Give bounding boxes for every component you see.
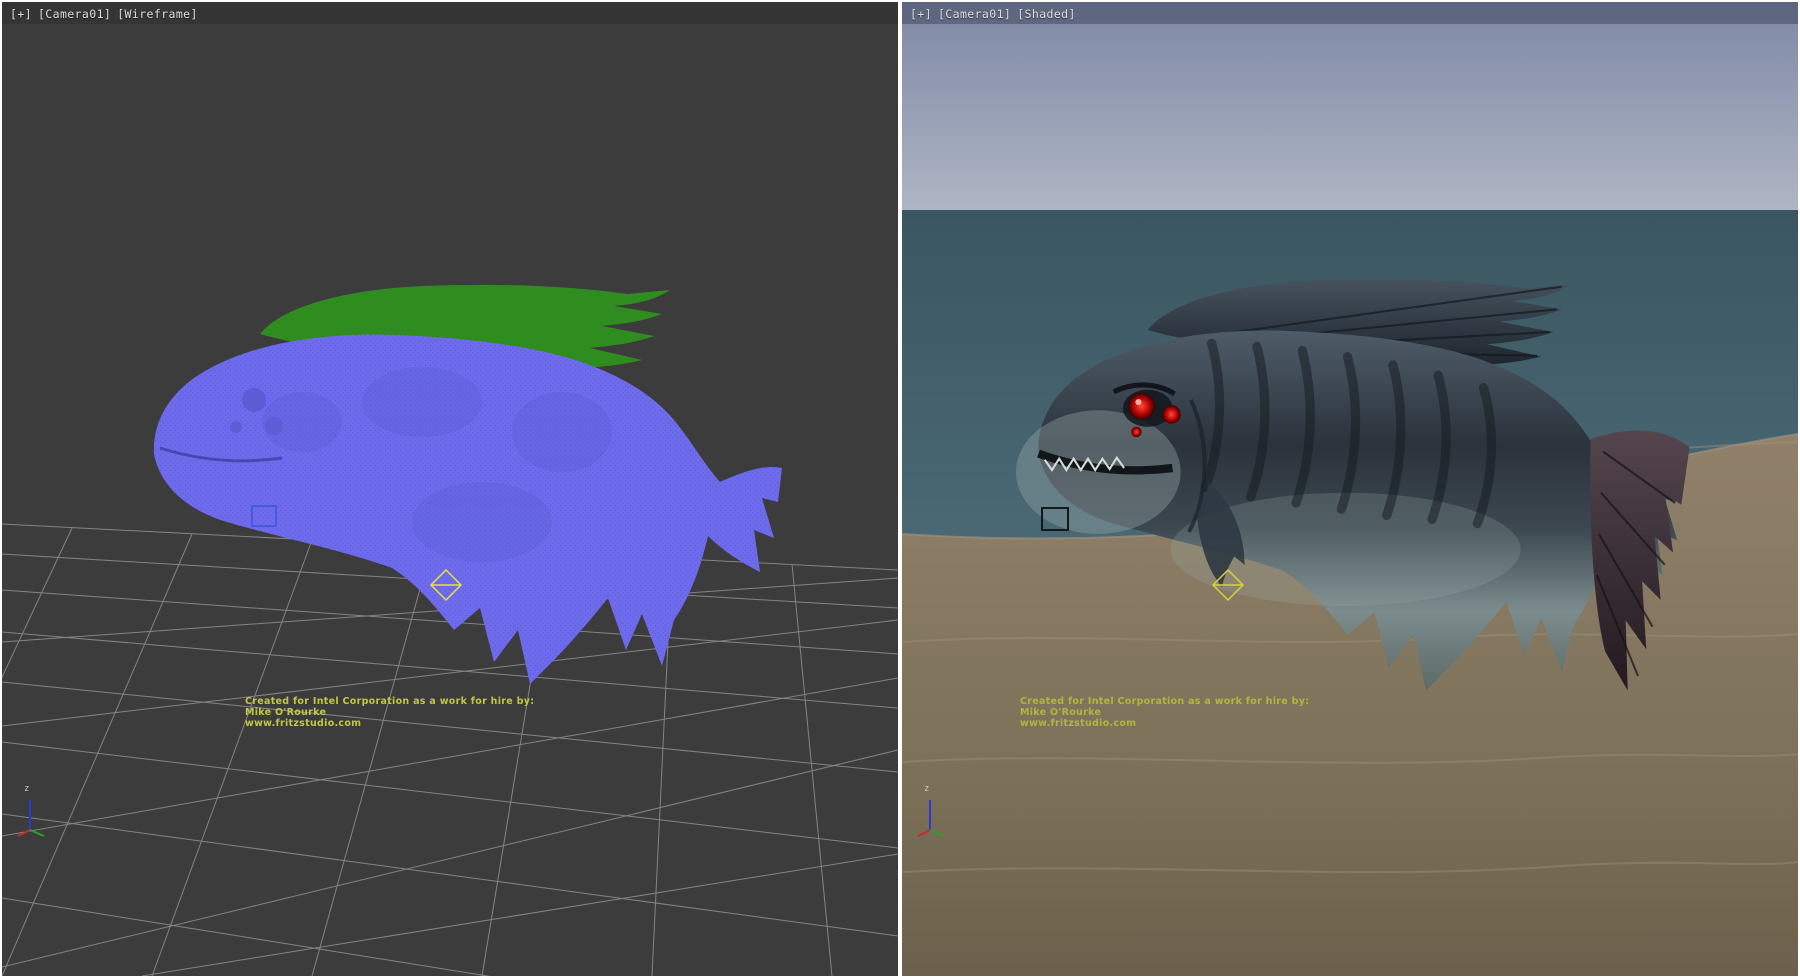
world-axis-tripod-icon	[14, 790, 54, 838]
viewport-plus-menu[interactable]: [+]	[910, 7, 932, 21]
viewport-shaded[interactable]: [+] [Camera01] [Shaded]	[902, 2, 1798, 976]
viewport-camera-menu[interactable]: [Camera01]	[38, 7, 111, 21]
axis-z-label: z	[24, 784, 29, 794]
watermark-line-3: www.fritzstudio.com	[245, 718, 534, 729]
world-axis-tripod-icon	[914, 790, 954, 838]
fish-eye-medium	[1162, 405, 1181, 424]
sky	[902, 2, 1798, 210]
watermark-line-3: www.fritzstudio.com	[1020, 718, 1309, 729]
watermark-text: Created for Intel Corporation as a work …	[245, 696, 534, 729]
wireframe-scene[interactable]	[2, 2, 898, 976]
watermark-line-1: Created for Intel Corporation as a work …	[245, 696, 534, 707]
viewport-shading-menu[interactable]: [Wireframe]	[117, 7, 198, 21]
watermark-text: Created for Intel Corporation as a work …	[1020, 696, 1309, 729]
watermark-line-2: Mike O'Rourke	[1020, 707, 1309, 718]
dual-viewport-stage: [+] [Camera01] [Wireframe]	[0, 0, 1800, 978]
shaded-scene[interactable]	[902, 2, 1798, 976]
viewport-camera-menu[interactable]: [Camera01]	[938, 7, 1011, 21]
fish-eye-large	[1128, 393, 1155, 420]
viewport-label: [+] [Camera01] [Shaded]	[910, 7, 1076, 21]
eye-highlight	[1135, 399, 1141, 405]
watermark-line-2: Mike O'Rourke	[245, 707, 534, 718]
viewport-wireframe[interactable]: [+] [Camera01] [Wireframe]	[2, 2, 898, 976]
viewport-label: [+] [Camera01] [Wireframe]	[10, 7, 198, 21]
viewport-plus-menu[interactable]: [+]	[10, 7, 32, 21]
fish-eye-small	[1131, 427, 1141, 437]
axis-z-label: z	[924, 784, 929, 794]
watermark-line-1: Created for Intel Corporation as a work …	[1020, 696, 1309, 707]
viewport-shading-menu[interactable]: [Shaded]	[1017, 7, 1076, 21]
